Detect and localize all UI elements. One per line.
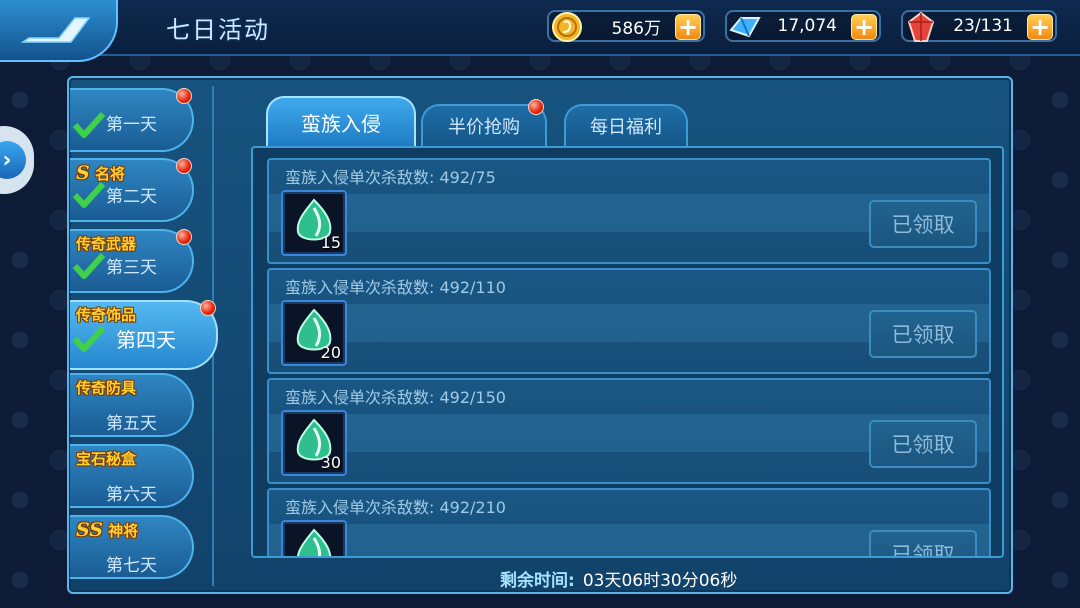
reward-item[interactable] [281, 520, 347, 556]
timer-label: 剩余时间: [500, 571, 575, 591]
reward-quantity: 15 [320, 233, 341, 252]
task-title: 蛮族入侵单次杀敌数: 492/150 [285, 388, 506, 407]
notification-dot-icon [176, 88, 192, 104]
task-row: 蛮族入侵单次杀敌数: 492/150 30 已领取 [267, 378, 991, 484]
day-label: 第三天 [106, 258, 157, 278]
notification-dot-icon [528, 99, 544, 115]
checkmark-icon [72, 181, 106, 208]
day-label: 第五天 [106, 414, 157, 434]
task-row: 蛮族入侵单次杀敌数: 492/210 已领取 [267, 488, 991, 556]
task-title: 蛮族入侵单次杀敌数: 492/110 [285, 278, 506, 297]
notification-dot-icon [176, 229, 192, 245]
day-tab-7[interactable]: SS 神将 第七天 [70, 515, 194, 579]
day-tag: 宝石秘盒 [76, 450, 137, 468]
reward-item[interactable]: 15 [281, 190, 347, 256]
claimed-button[interactable]: 已领取 [869, 530, 977, 556]
back-button[interactable] [0, 0, 118, 62]
day-label: 第七天 [106, 556, 157, 576]
task-row: 蛮族入侵单次杀敌数: 492/75 15 已领取 [267, 158, 991, 264]
remaining-time: 剩余时间: 03天06时30分06秒 [500, 566, 737, 591]
red-gem-icon [901, 8, 941, 46]
page-title: 七日活动 [166, 16, 270, 44]
day-tab-5[interactable]: 传奇防具 第五天 [70, 373, 194, 437]
gold-coin-icon [547, 8, 587, 46]
claimed-button[interactable]: 已领取 [869, 200, 977, 248]
day-label: 第四天 [116, 328, 176, 352]
day-label: 第一天 [106, 115, 157, 135]
checkmark-icon [72, 252, 106, 279]
day-tab-6[interactable]: 宝石秘盒 第六天 [70, 444, 194, 508]
green-crystal-icon [297, 528, 332, 556]
tab-daily-welfare[interactable]: 每日福利 [564, 104, 688, 146]
blue-crystal-icon [725, 8, 765, 46]
add-crystal-button[interactable]: + [851, 14, 877, 40]
task-title: 蛮族入侵单次杀敌数: 492/75 [285, 168, 496, 187]
task-title: 蛮族入侵单次杀敌数: 492/210 [285, 498, 506, 517]
chevron-right-icon: › [0, 141, 26, 179]
day-tag: 传奇防具 [76, 379, 137, 397]
claimed-button[interactable]: 已领取 [869, 420, 977, 468]
reward-item[interactable]: 20 [281, 300, 347, 366]
tab-barbarian-invasion[interactable]: 蛮族入侵 [266, 96, 416, 146]
gold-resource: 586万 + [547, 10, 705, 42]
gem-resource: 23/131 + [901, 10, 1057, 42]
day-label: 第六天 [106, 485, 157, 505]
add-gem-button[interactable]: + [1027, 14, 1053, 40]
day-tag: SS 神将 [76, 519, 139, 541]
timer-value: 03天06时30分06秒 [582, 571, 738, 591]
day-label: 第二天 [106, 187, 157, 207]
task-list[interactable]: 蛮族入侵单次杀敌数: 492/75 15 已领取 蛮族入侵单次杀敌数: 492/… [251, 146, 1004, 558]
checkmark-icon [72, 111, 106, 138]
notification-dot-icon [200, 300, 216, 316]
notification-dot-icon [176, 158, 192, 174]
day-tag: 传奇饰品 [76, 306, 137, 324]
task-row: 蛮族入侵单次杀敌数: 492/110 20 已领取 [267, 268, 991, 374]
day-tab-4[interactable]: 传奇饰品 第四天 [70, 300, 218, 370]
add-gold-button[interactable]: + [675, 14, 701, 40]
checkmark-icon [72, 325, 106, 352]
claimed-button[interactable]: 已领取 [869, 310, 977, 358]
reward-quantity: 20 [320, 343, 341, 362]
reward-quantity: 30 [320, 453, 341, 472]
back-arrow-icon [20, 17, 91, 43]
reward-item[interactable]: 30 [281, 410, 347, 476]
crystal-resource: 17,074 + [725, 10, 881, 42]
